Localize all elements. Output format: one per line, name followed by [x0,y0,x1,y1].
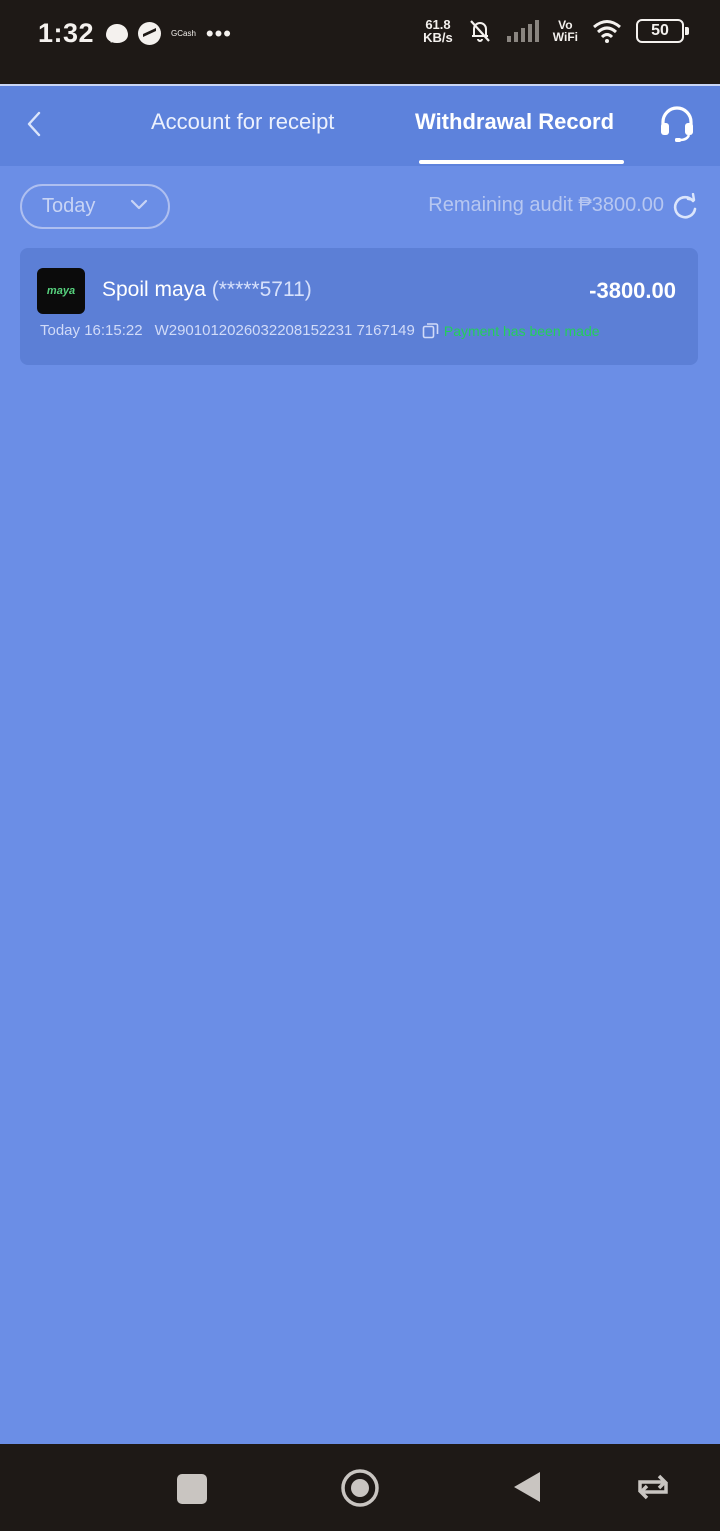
wallet-name-text: Spoil maya [102,278,206,301]
tab-withdrawal-record[interactable]: Withdrawal Record [415,104,614,144]
headset-support-icon[interactable] [656,102,698,144]
system-nav-bar [0,1444,720,1531]
notification-icons: GCash ••• [106,22,232,45]
status-time: 1:32 [38,18,95,48]
wifi-icon [593,20,621,43]
network-speed: 61.8 KB/s [423,18,453,44]
chat-bubble-icon [106,24,128,43]
record-meta: Today 16:15:22 W2901012026032208152231 7… [40,322,600,339]
chevron-down-icon [130,199,148,210]
date-filter-value: Today [42,195,96,217]
status-bar: 1:32 GCash ••• 61.8 KB/s Vo WiFi 50 [0,0,720,84]
withdrawal-record-card[interactable]: maya Spoil maya (*****5711) -3800.00 Tod… [20,248,698,365]
home-button[interactable] [340,1468,380,1508]
wallet-name: Spoil maya (*****5711) [102,278,312,302]
network-speed-unit: KB/s [423,30,453,45]
recent-apps-button[interactable] [177,1474,207,1504]
record-time: Today 16:15:22 [40,322,143,339]
more-notifications-icon: ••• [205,20,233,46]
chevron-left-icon [27,111,41,137]
switch-app-icon[interactable] [634,1472,672,1502]
app-header: Account for receipt Withdrawal Record [0,84,720,166]
back-button[interactable] [14,104,54,144]
refresh-icon[interactable] [671,193,699,221]
tab-account-for-receipt[interactable]: Account for receipt [151,104,334,144]
payment-status: Payment has been made [443,322,600,339]
nav-back-button[interactable] [512,1470,542,1504]
wifi-label: WiFi [552,30,578,44]
battery-level: 50 [651,22,669,39]
active-tab-indicator [419,160,624,164]
bell-muted-icon [469,20,490,42]
maya-logo: maya [37,268,85,314]
masked-account: (*****5711) [211,278,312,301]
date-filter-dropdown[interactable]: Today [20,184,170,229]
status-right-icons: 61.8 KB/s Vo WiFi 50 [423,18,689,44]
gcash-icon: GCash [171,29,196,38]
battery-icon: 50 [636,19,689,43]
order-id: W2901012026032208152231 7167149 [154,322,415,339]
signal-icon [506,20,539,42]
withdrawal-record-screen: Account for receipt Withdrawal Record To… [0,84,720,1444]
copy-icon[interactable] [422,322,439,339]
vowifi-icon: Vo WiFi [553,19,578,43]
withdrawal-amount: -3800.00 [589,278,676,303]
remaining-audit: Remaining audit ₱3800.00 [428,194,664,216]
messenger-icon [138,22,161,45]
